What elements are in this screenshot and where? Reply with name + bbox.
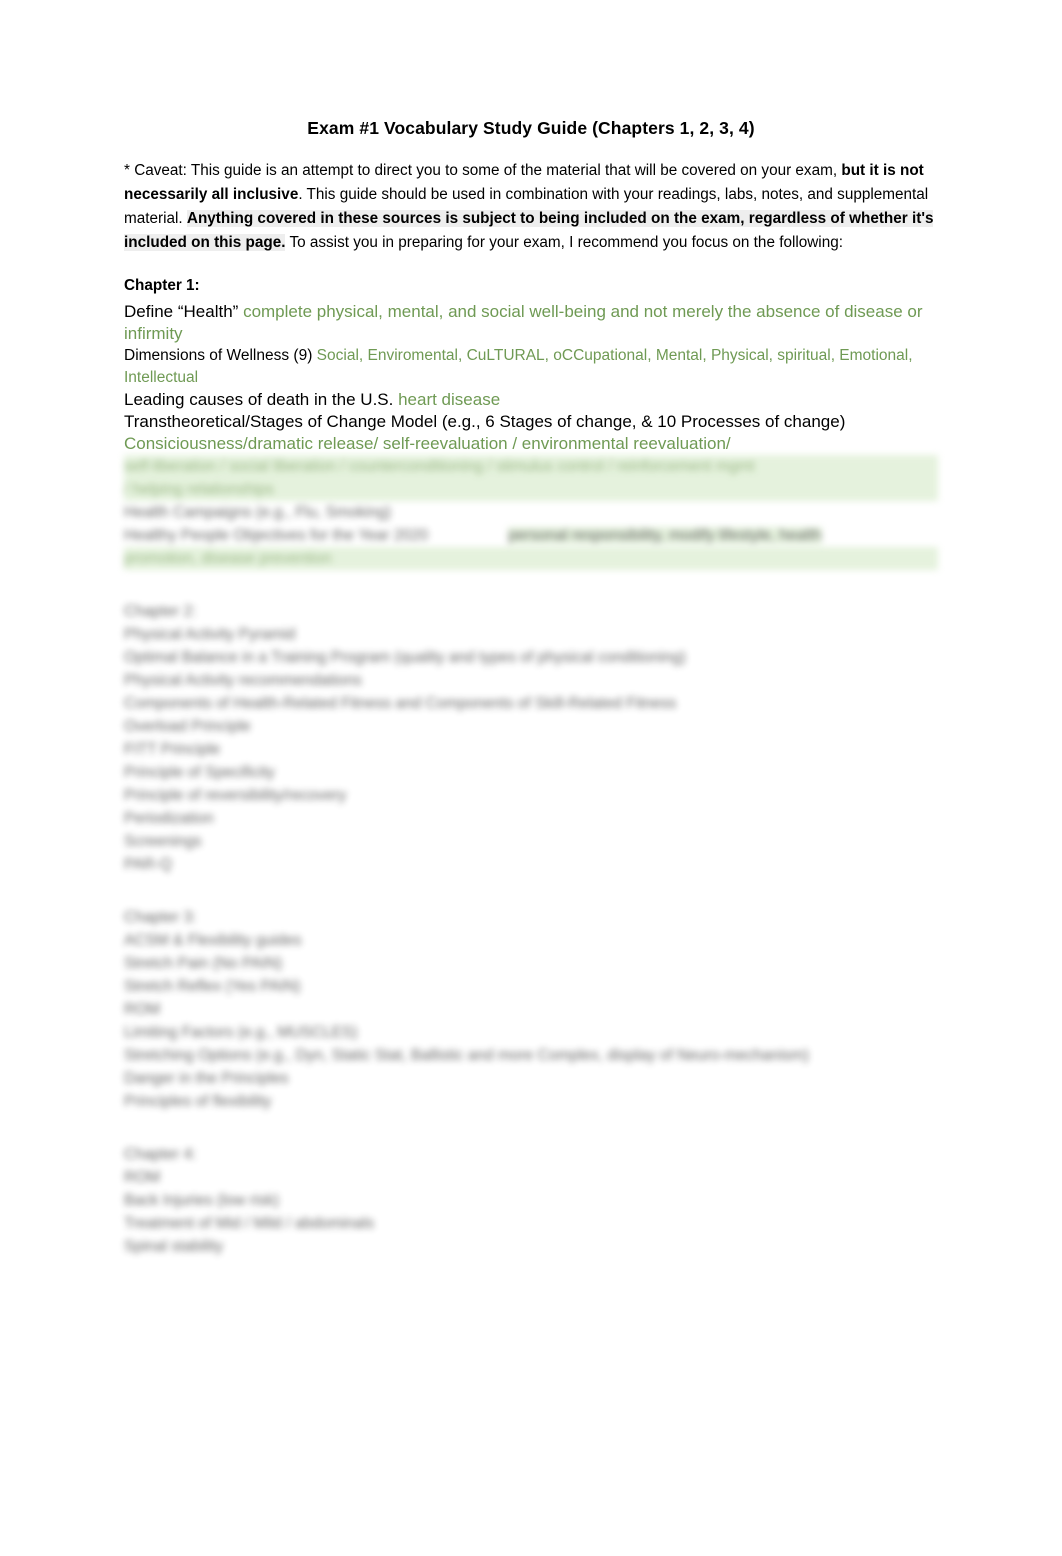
document-content: Exam #1 Vocabulary Study Guide (Chapters… <box>124 118 938 1258</box>
chapter-2-blurred-line: Physical Activity Pyramid <box>124 626 296 643</box>
chapter-1-heading: Chapter 1: <box>124 277 200 294</box>
caveat-paragraph: * Caveat: This guide is an attempt to di… <box>124 159 938 255</box>
chapter-1-blurred-answer: personal responsibility, modify lifestyl… <box>508 527 822 544</box>
chapter-2-blurred-line: Physical Activity recommendations <box>124 672 362 689</box>
chapter-2-blurred-line: Periodization <box>124 810 214 827</box>
page-title: Exam #1 Vocabulary Study Guide (Chapters… <box>307 118 755 138</box>
chapter-4-heading: Chapter 4: <box>124 1146 197 1163</box>
chapter-2-blurred-line: Screenings <box>124 833 202 850</box>
chapter-3-blurred-line: ACSM & Flexibility guides <box>124 932 302 949</box>
item-answer: complete physical, mental, and social we… <box>124 302 923 343</box>
chapter-2-blurred-line: Principle of Specificity <box>124 764 275 781</box>
chapter-4-blurred-line: Spinal stability <box>124 1238 224 1255</box>
item-transtheoretical-model: Transtheoretical/Stages of Change Model … <box>124 411 938 455</box>
chapter-1-blurred-line: promotion, disease prevention <box>124 547 938 570</box>
chapter-1-blurred-line: Healthy People Objectives for the Year 2… <box>124 524 938 547</box>
chapter-3-blurred-line: Stretch Reflex (Yes PAIN) <box>124 978 301 995</box>
chapter-3-blurred-line: Stretching Options (e.g., Dyn, Static St… <box>124 1047 809 1064</box>
item-answer: Consiciousness/dramatic release/ self-re… <box>124 434 731 453</box>
chapter-3-blurred-line: Limiting Factors (e.g., MUSCLES) <box>124 1024 358 1041</box>
chapter-3-blurred-line: Principles of flexibility <box>124 1093 272 1110</box>
chapter-2-blurred-line: FITT Principle <box>124 741 221 758</box>
document-page: Exam #1 Vocabulary Study Guide (Chapters… <box>0 0 1062 1556</box>
chapter-1-blurred-line: / helping relationships <box>124 478 938 501</box>
chapter-4-blurred-line: Back Injuries (low risk) <box>124 1192 280 1209</box>
chapter-1-blurred-line: self-liberation / social liberation / co… <box>124 455 938 478</box>
blurred-region: self-liberation / social liberation / co… <box>124 455 938 1258</box>
chapter-3-heading: Chapter 3: <box>124 909 197 926</box>
chapter-2-blurred-line: Principle of reversibility/recovery <box>124 787 347 804</box>
chapter-4-blurred-line: Treatment of Mid / Mild / abdominals <box>124 1215 375 1232</box>
chapter-4-blurred-line: ROM <box>124 1169 161 1186</box>
chapter-1-blurred-line: Health Campaigns (e.g., Flu, Smoking) <box>124 504 392 521</box>
chapter-2-blurred-line: PAR-Q <box>124 856 172 873</box>
chapter-3-blurred-line: ROM <box>124 1001 161 1018</box>
item-prompt: Define “Health” <box>124 302 244 321</box>
chapter-2-heading: Chapter 2: <box>124 603 197 620</box>
item-prompt: Dimensions of Wellness (9) <box>124 347 317 364</box>
chapter-3-blurred-line: Danger in the Principles <box>124 1070 289 1087</box>
item-prompt: Transtheoretical/Stages of Change Model … <box>124 412 846 431</box>
item-dimensions-of-wellness: Dimensions of Wellness (9) Social, Envir… <box>124 345 938 389</box>
caveat-text-1: * Caveat: This guide is an attempt to di… <box>124 162 842 179</box>
caveat-text-3: To assist you in preparing for your exam… <box>285 234 843 251</box>
chapter-2-blurred-line: Overload Principle <box>124 718 251 735</box>
chapter-2-blurred-line: Optimal Balance in a Training Program (q… <box>124 649 686 666</box>
item-answer: heart disease <box>398 390 501 409</box>
chapter-1-blurred-prompt: Healthy People Objectives for the Year 2… <box>124 527 429 544</box>
item-define-health: Define “Health” complete physical, menta… <box>124 301 938 345</box>
item-prompt: Leading causes of death in the U.S. <box>124 390 399 409</box>
chapter-3-blurred-line: Stretch Pain (No PAIN) <box>124 955 283 972</box>
chapter-2-blurred-line: Components of Health-Related Fitness and… <box>124 695 677 712</box>
item-leading-causes-of-death: Leading causes of death in the U.S. hear… <box>124 389 938 411</box>
